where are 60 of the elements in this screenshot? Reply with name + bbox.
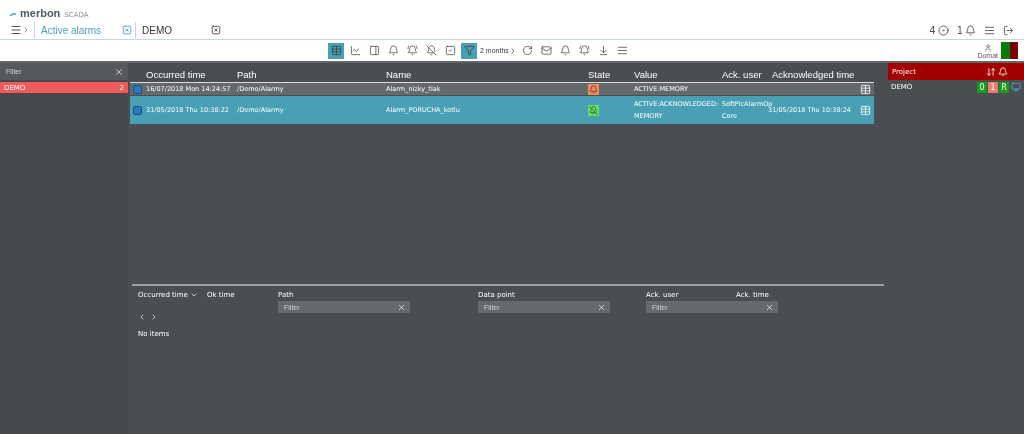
column-header[interactable]: Value xyxy=(634,69,722,81)
counter-value: 4 xyxy=(929,24,936,36)
status-badge: 1 xyxy=(988,81,998,93)
chevron-left-icon[interactable] xyxy=(138,313,146,321)
menu-icon[interactable] xyxy=(10,24,22,37)
ringing-bell-button[interactable] xyxy=(404,42,420,59)
bell-ring-icon xyxy=(579,45,591,56)
table-view-button[interactable] xyxy=(328,42,344,59)
bell-icon xyxy=(588,83,599,95)
chart-icon xyxy=(349,45,361,56)
close-icon[interactable] xyxy=(397,302,406,312)
monitor-icon[interactable] xyxy=(1011,82,1021,92)
list-icon xyxy=(617,45,629,56)
column-header[interactable]: Name xyxy=(386,69,588,81)
user-icon xyxy=(983,44,992,52)
counter-value: 1 xyxy=(956,24,963,36)
status-badge: 0 xyxy=(977,81,987,93)
logo-icon xyxy=(10,13,16,17)
logout-icon[interactable] xyxy=(1003,24,1014,36)
close-icon[interactable] xyxy=(765,302,774,312)
close-icon[interactable] xyxy=(597,302,606,312)
filter-button[interactable] xyxy=(461,42,477,59)
chevron-right-icon[interactable] xyxy=(22,26,30,35)
column-header[interactable]: Path xyxy=(237,69,386,81)
checkbox[interactable] xyxy=(133,105,142,115)
column-header[interactable]: State xyxy=(588,69,634,81)
table-icon[interactable] xyxy=(860,104,871,116)
ringing-bell-button[interactable] xyxy=(576,42,593,59)
chevron-down-icon xyxy=(189,291,198,299)
bell-ring-icon xyxy=(406,45,418,56)
column-header[interactable]: Ack. user xyxy=(722,69,772,81)
column-header[interactable]: Acknowledged time xyxy=(772,69,860,81)
chevron-right-icon[interactable] xyxy=(150,313,158,321)
status-swatch xyxy=(1001,42,1018,59)
table-icon[interactable] xyxy=(860,83,871,95)
table-icon xyxy=(330,45,342,56)
target-icon[interactable] xyxy=(937,24,949,36)
tab[interactable]: DEMO xyxy=(135,22,211,39)
list-icon[interactable] xyxy=(984,24,995,36)
download-icon xyxy=(598,45,610,56)
logo-text: merbon xyxy=(20,7,61,19)
status-badge: R xyxy=(999,81,1009,93)
mail-icon xyxy=(541,45,553,56)
column-header[interactable]: Occurred time xyxy=(146,69,237,81)
filter-icon xyxy=(463,45,475,56)
bell-off-icon xyxy=(588,104,599,116)
refresh-icon xyxy=(522,45,534,56)
bell-off-button[interactable] xyxy=(423,42,439,59)
close-icon[interactable] xyxy=(114,66,124,77)
bell-icon xyxy=(387,45,399,56)
check-icon xyxy=(444,45,456,56)
checkbox[interactable] xyxy=(133,84,142,94)
bell-icon[interactable] xyxy=(998,66,1008,77)
bell-off-icon xyxy=(425,45,437,56)
close-icon[interactable] xyxy=(211,25,221,36)
bell-icon[interactable] xyxy=(965,24,976,36)
bell-icon xyxy=(560,45,572,56)
sort-icon[interactable] xyxy=(986,66,996,77)
panel-icon xyxy=(368,45,380,56)
close-icon[interactable] xyxy=(122,25,132,36)
